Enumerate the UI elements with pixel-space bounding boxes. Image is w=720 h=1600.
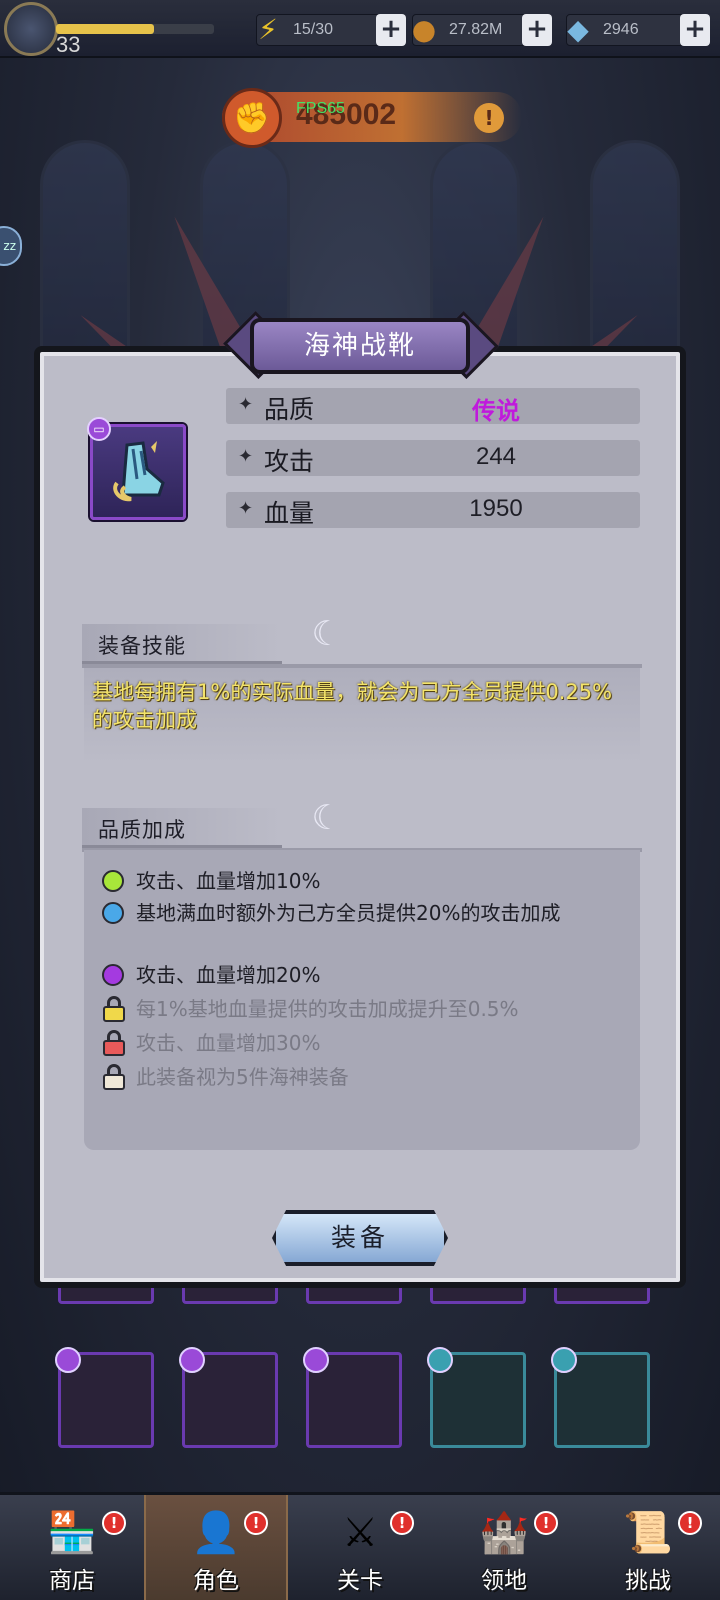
- resource-bar: 33 ⚡ 15/30 + ● 27.82M + ◆ 2946 +: [0, 0, 720, 58]
- inventory-slot-ring[interactable]: [179, 1347, 278, 1448]
- quality-bonus-title: 品质加成: [98, 818, 186, 842]
- stat-row-quality: ✦ 品质 传说: [226, 388, 640, 425]
- slot-type-tag: [427, 1347, 453, 1373]
- slot-type-tag: [551, 1347, 577, 1373]
- equipment-icon-frame: ▭: [87, 417, 186, 520]
- nav-label: 关卡: [337, 1568, 383, 1594]
- gold-resource: ● 27.82M +: [412, 13, 552, 46]
- gem-value: 2946: [603, 21, 639, 38]
- notification-badge: !: [244, 1511, 268, 1535]
- inventory-slot-scepter[interactable]: [551, 1347, 650, 1448]
- lock-icon: [102, 996, 126, 1022]
- bonus-text: 此装备视为5件海神装备: [136, 1065, 349, 1089]
- lock-icon: [102, 1030, 126, 1056]
- poseidon-boots-icon: [113, 441, 165, 502]
- character-icon: 👤: [191, 1510, 241, 1556]
- blue-dot-icon: [102, 902, 124, 924]
- bottom-navigation: 🏪 ! 商店 👤 ! 角色 ⚔ ! 关卡 🏰 ! 领地 📜 ! 挑战: [0, 1492, 720, 1600]
- coin-icon: ●: [411, 12, 437, 46]
- lock-icon: [102, 1064, 126, 1090]
- bonus-text: 基地满血时额外为己方全员提供20%的攻击加成: [136, 901, 561, 925]
- stat-label: 攻击: [264, 447, 315, 476]
- bonus-text: 攻击、血量增加10%: [136, 869, 321, 893]
- slot-type-tag: [303, 1347, 329, 1373]
- nav-tab-stage[interactable]: ⚔ ! 关卡: [288, 1495, 432, 1600]
- diamond-icon: ◆: [567, 12, 589, 46]
- bonus-text: 每1%基地血量提供的攻击加成提升至0.5%: [136, 997, 519, 1021]
- add-stamina-button[interactable]: +: [376, 14, 406, 46]
- stat-value-quality: 传说: [472, 397, 520, 425]
- green-dot-icon: [102, 870, 124, 892]
- bonus-text: 攻击、血量增加20%: [136, 963, 321, 987]
- boots-slot-badge: ▭: [87, 417, 111, 441]
- nav-label: 领地: [481, 1568, 527, 1594]
- quality-bonus-list: 攻击、血量增加10% 基地满血时额外为己方全员提供20%的攻击加成 攻击、血量增…: [84, 850, 640, 1150]
- slot-type-tag: [55, 1347, 81, 1373]
- castle-icon: 🏰: [479, 1510, 529, 1556]
- player-avatar[interactable]: [4, 2, 58, 56]
- slot-type-tag: [179, 1347, 205, 1373]
- stat-value-attack: 244: [475, 443, 517, 470]
- fist-icon: ✊: [222, 88, 282, 148]
- nav-tab-character[interactable]: 👤 ! 角色: [144, 1495, 288, 1600]
- star-icon: ✦: [238, 446, 254, 467]
- star-icon: ✦: [238, 394, 254, 415]
- skill-description: 基地每拥有1%的实际血量，就会为己方全员提供0.25%的攻击加成: [92, 680, 613, 732]
- nav-tab-territory[interactable]: 🏰 ! 领地: [432, 1495, 576, 1600]
- player-level: 33: [56, 32, 81, 57]
- stat-label: 血量: [264, 499, 315, 528]
- bonus-text: 攻击、血量增加30%: [136, 1031, 321, 1055]
- scroll-icon: 📜: [623, 1510, 673, 1556]
- nav-label: 商店: [49, 1568, 95, 1594]
- power-info-button[interactable]: !: [474, 103, 504, 133]
- gold-value: 27.82M: [449, 21, 503, 38]
- inventory-slot-scepter[interactable]: [427, 1347, 526, 1448]
- stat-value-hp: 1950: [469, 495, 523, 522]
- add-gold-button[interactable]: +: [522, 14, 552, 46]
- notification-badge: !: [534, 1511, 558, 1535]
- nav-label: 挑战: [625, 1568, 671, 1594]
- skill-section-title: 装备技能: [98, 634, 186, 658]
- add-gems-button[interactable]: +: [680, 14, 710, 46]
- moon-decoration-icon: ☾: [311, 614, 342, 654]
- star-icon: ✦: [238, 498, 254, 519]
- purple-dot-icon: [102, 964, 124, 986]
- notification-badge: !: [678, 1511, 702, 1535]
- stamina-value: 15/30: [293, 21, 334, 38]
- shop-icon: 🏪: [47, 1510, 97, 1556]
- fps-counter: FPS65: [296, 100, 345, 117]
- notification-badge: !: [102, 1511, 126, 1535]
- moon-decoration-icon: ☾: [311, 798, 342, 838]
- nav-label: 角色: [193, 1568, 239, 1594]
- skill-description-box: 基地每拥有1%的实际血量，就会为己方全员提供0.25%的攻击加成: [84, 668, 640, 764]
- quality-bonus-header: 品质加成 ☾: [82, 798, 342, 848]
- equip-button[interactable]: 装备: [272, 1210, 448, 1266]
- stat-label: 品质: [264, 395, 315, 424]
- dialog-title: 海神战靴: [250, 318, 470, 374]
- crossed-swords-icon: ⚔: [342, 1510, 378, 1556]
- notification-badge: !: [390, 1511, 414, 1535]
- nav-tab-challenge[interactable]: 📜 ! 挑战: [576, 1495, 720, 1600]
- gem-resource: ◆ 2946 +: [566, 13, 710, 46]
- stat-row-hp: ✦ 血量 1950: [226, 492, 640, 528]
- skill-section-header: 装备技能 ☾: [82, 614, 342, 664]
- inventory-slot-ring[interactable]: [303, 1347, 402, 1448]
- stamina-resource: ⚡ 15/30 +: [256, 13, 406, 46]
- lightning-icon: ⚡: [258, 12, 278, 46]
- stat-row-attack: ✦ 攻击 244: [226, 440, 640, 476]
- inventory-slot-cloak[interactable]: [55, 1347, 154, 1448]
- nav-tab-shop[interactable]: 🏪 ! 商店: [0, 1495, 144, 1600]
